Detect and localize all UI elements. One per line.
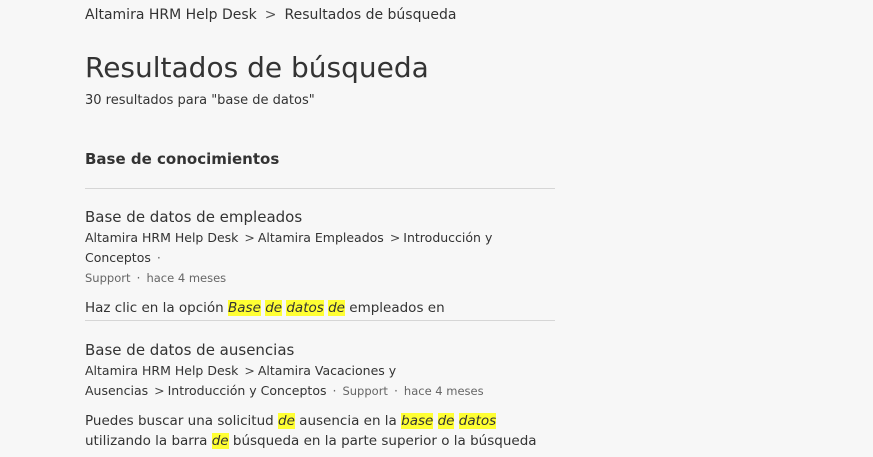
page-title: Resultados de búsqueda xyxy=(85,51,429,84)
search-result-snippet: Haz clic en la opción Base de datos de e… xyxy=(85,300,445,316)
search-result-meta: Altamira HRM Help Desk > Altamira Vacacion… xyxy=(85,361,555,401)
search-term-highlight: de xyxy=(437,413,455,429)
path-separator: > xyxy=(389,230,401,245)
meta-dot: · xyxy=(332,383,337,398)
result-author: Support xyxy=(85,271,131,285)
search-result-title[interactable]: Base de datos de empleados xyxy=(85,208,555,226)
search-term-highlight: de xyxy=(265,300,283,316)
result-time: hace 4 meses xyxy=(146,271,227,285)
search-result-snippet: Puedes buscar una solicitud de ausencia … xyxy=(85,413,537,449)
result-path-link[interactable]: Altamira HRM Help Desk xyxy=(85,230,238,245)
search-term-highlight: de xyxy=(278,413,295,429)
search-term-highlight: datos xyxy=(458,413,497,429)
section-title: Base de conocimientos xyxy=(85,150,280,168)
meta-dot: · xyxy=(393,383,398,398)
search-term-highlight: Base xyxy=(228,300,261,316)
search-term-highlight: datos xyxy=(286,300,324,316)
divider xyxy=(85,188,555,189)
search-term-highlight: de xyxy=(328,300,345,316)
result-count: 30 resultados para "base de datos" xyxy=(85,93,315,108)
meta-dot: · xyxy=(156,250,161,265)
path-separator: > xyxy=(244,363,255,378)
search-result-item: Base de datos de ausencias Altamira HRM … xyxy=(85,341,555,451)
path-separator: > xyxy=(154,383,165,398)
breadcrumb-separator: > xyxy=(264,7,277,23)
result-author: Support xyxy=(342,384,388,398)
meta-dot: · xyxy=(136,270,141,285)
path-separator: > xyxy=(244,230,255,245)
result-path-link[interactable]: Introducción y Conceptos xyxy=(168,383,327,398)
search-result-item: Base de datos de empleados Altamira HRM … xyxy=(85,208,555,318)
result-path-link[interactable]: Altamira HRM Help Desk xyxy=(85,363,238,378)
search-result-title[interactable]: Base de datos de ausencias xyxy=(85,341,555,359)
search-term-highlight: de xyxy=(211,433,229,449)
search-term-highlight: base xyxy=(401,413,434,429)
divider xyxy=(85,320,555,321)
result-time: hace 4 meses xyxy=(403,384,484,398)
breadcrumb: Altamira HRM Help Desk > Resultados de bús… xyxy=(85,7,456,23)
result-path-link[interactable]: Altamira Empleados xyxy=(258,230,384,245)
breadcrumb-home-link[interactable]: Altamira HRM Help Desk xyxy=(85,7,257,23)
breadcrumb-current: Resultados de búsqueda xyxy=(284,7,457,23)
search-result-meta: Altamira HRM Help Desk > Altamira Empleado… xyxy=(85,228,555,288)
